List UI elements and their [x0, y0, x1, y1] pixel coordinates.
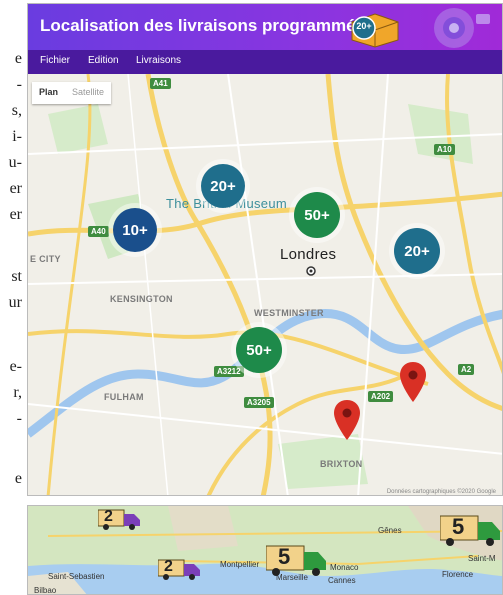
header-cluster-badge: 20+: [356, 21, 372, 31]
truck-marker[interactable]: 5: [266, 544, 330, 576]
label-westminster: WESTMINSTER: [254, 308, 324, 318]
delivery-cluster[interactable]: 50+: [294, 192, 340, 238]
side-text-line: s,: [11, 102, 22, 119]
truck-count: 5: [452, 514, 465, 539]
label-londres: Londres: [280, 246, 337, 263]
side-text-line: er: [9, 180, 22, 197]
menu-livraisons[interactable]: Livraisons: [136, 55, 181, 66]
delivery-truck-icon: [440, 515, 500, 546]
map-type-control: Plan Satellite: [32, 82, 112, 104]
label-city: E CITY: [30, 254, 61, 264]
france-map-strip[interactable]: Gênes Montpellier Monaco Marseille Canne…: [27, 505, 503, 595]
delivery-cluster[interactable]: 20+: [201, 164, 245, 208]
menu-edition[interactable]: Edition: [88, 55, 119, 66]
side-text-line: e: [14, 50, 22, 67]
road-label: A2: [458, 364, 475, 375]
side-text-line: e-: [9, 358, 22, 375]
road-label: A202: [368, 391, 394, 402]
window-title: Localisation des livraisons programmées: [40, 16, 375, 35]
side-text-line: -: [16, 76, 22, 93]
city-label: Gênes: [378, 526, 402, 535]
side-text-line: er: [9, 206, 22, 223]
city-label: Cannes: [328, 576, 356, 585]
map-type-satellite[interactable]: Satellite: [65, 82, 111, 104]
truck-count: 2: [164, 558, 173, 575]
app-window: Localisation des livraisons programmées …: [27, 3, 503, 496]
label-brixton: BRIXTON: [320, 459, 363, 469]
side-text-line: e: [14, 470, 22, 487]
delivery-cluster[interactable]: 10+: [113, 208, 157, 252]
side-text-line: st: [11, 268, 22, 285]
location-pin-icon[interactable]: [334, 400, 360, 440]
london-map[interactable]: Plan Satellite A41 A40 A10 A3212 A3205 A…: [28, 74, 502, 495]
delivery-cluster[interactable]: 20+: [394, 228, 440, 274]
city-label: Saint-M: [468, 554, 496, 563]
gear-icon[interactable]: [416, 4, 496, 50]
side-text-line: -: [16, 410, 22, 427]
side-text-line: i-: [12, 128, 22, 145]
city-label: Bilbao: [34, 586, 57, 595]
road-label: A10: [434, 144, 455, 155]
truck-marker[interactable]: 5: [440, 514, 502, 546]
side-text-line: ur: [8, 294, 22, 311]
side-text-line: u-: [8, 154, 22, 171]
label-fulham: FULHAM: [104, 392, 144, 402]
map-base: [28, 74, 502, 495]
side-text-line: r,: [13, 384, 22, 401]
city-label: Florence: [442, 570, 474, 579]
map-type-plan[interactable]: Plan: [32, 82, 65, 104]
city-label: Monaco: [330, 563, 359, 572]
location-pin-icon[interactable]: [400, 362, 426, 402]
menu-fichier[interactable]: Fichier: [40, 55, 70, 66]
road-label: A41: [150, 78, 171, 89]
city-label: Montpellier: [220, 560, 260, 569]
side-text-column: e - s, i- u- er er st ur e- r, - e: [0, 0, 26, 500]
map-credit: Données cartographiques ©2020 Google: [386, 489, 496, 495]
title-bar: Localisation des livraisons programmées …: [28, 4, 502, 50]
road-label: A3205: [244, 397, 274, 408]
truck-marker[interactable]: 2: [158, 558, 204, 580]
truck-marker[interactable]: 2: [98, 508, 144, 530]
truck-count: 5: [278, 544, 291, 569]
road-label: A3212: [214, 366, 244, 377]
road-label: A40: [88, 226, 109, 237]
delivery-cluster[interactable]: 50+: [236, 327, 282, 373]
delivery-truck-icon: [266, 545, 326, 576]
city-label: Saint-Sebastien: [48, 572, 105, 581]
label-kensington: KENSINGTON: [110, 294, 173, 304]
truck-count: 2: [104, 508, 113, 525]
screenshot-root: e - s, i- u- er er st ur e- r, - e Local…: [0, 0, 503, 595]
menu-bar: Fichier Edition Livraisons: [28, 50, 502, 74]
